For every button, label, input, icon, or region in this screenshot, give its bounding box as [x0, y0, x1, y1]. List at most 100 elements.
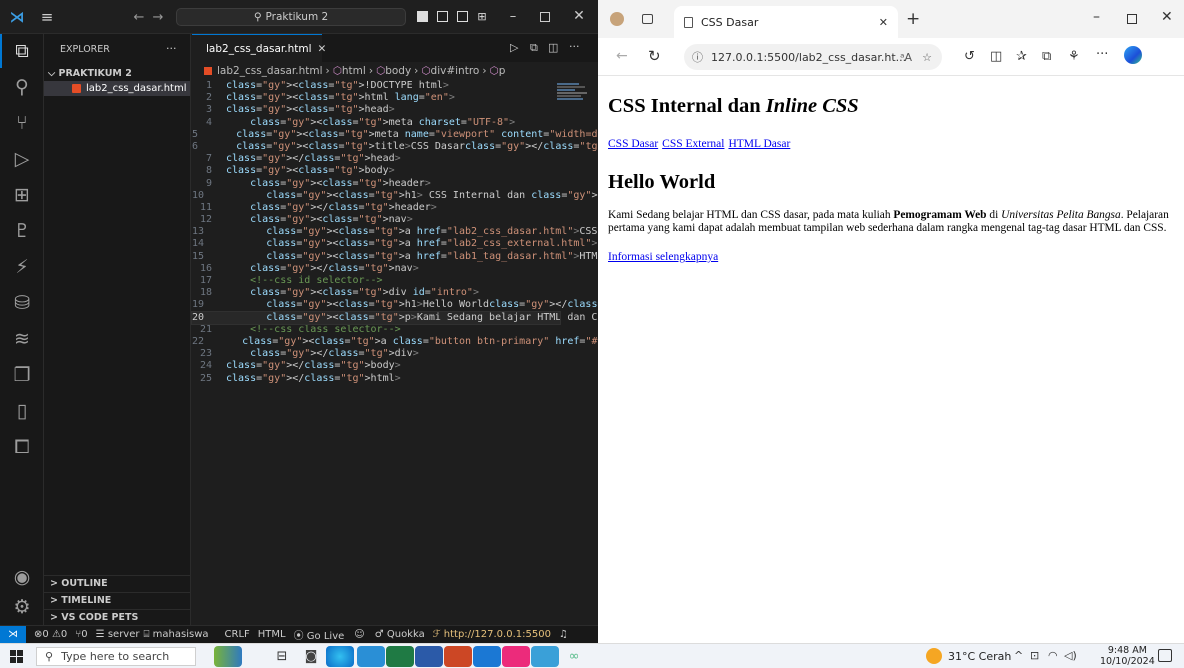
problems-indicator[interactable]: ⊗0 ⚠0 — [34, 629, 67, 640]
extension-icon[interactable]: ↺ — [964, 49, 975, 64]
code-line[interactable]: 5 class="gy"><class="tg">meta name="view… — [192, 129, 598, 141]
breadcrumb-html[interactable]: html — [342, 65, 366, 77]
breadcrumb-file[interactable]: lab2_css_dasar.html — [217, 65, 323, 77]
favorite-star-icon[interactable]: ☆ — [922, 51, 932, 64]
code-line[interactable]: 20 class="gy"><class="tg">p>Kami Sedang … — [191, 310, 598, 325]
wifi-icon[interactable]: ◠ — [1048, 649, 1058, 662]
code-line[interactable]: 11 class="gy"></class="tg">header> — [192, 202, 560, 214]
edge-app-icon[interactable] — [326, 646, 354, 667]
command-center-search[interactable]: ⚲ Praktikum 2 — [176, 8, 406, 26]
accounts-icon[interactable]: ◉ — [0, 560, 44, 594]
copilot-icon[interactable]: ☺ — [354, 629, 364, 640]
split-screen-icon[interactable]: ◫ — [990, 49, 1002, 64]
golive-button[interactable]: ⦿ Go Live — [294, 627, 345, 642]
comments-icon[interactable]: ⧠ — [0, 430, 44, 464]
code-line[interactable]: 10 class="gy"><class="tg">h1> CSS Intern… — [192, 190, 598, 202]
search-icon[interactable]: ⚲ — [0, 70, 44, 104]
close-icon[interactable]: ✕ — [572, 8, 586, 24]
code-line[interactable]: 19 class="gy"><class="tg">h1>Hello World… — [192, 299, 598, 311]
bookmark-icon[interactable]: ▯ — [0, 394, 44, 428]
vscode-app-icon[interactable] — [473, 646, 501, 667]
task-view-icon[interactable]: ⊟ — [268, 646, 296, 667]
copilot-icon[interactable] — [1124, 46, 1142, 64]
editor-tab[interactable]: lab2_css_dasar.html ✕ — [192, 34, 326, 62]
database-icon[interactable]: ⛁ — [0, 286, 44, 320]
code-line[interactable]: 14 class="gy"><class="tg">a href="lab2_c… — [192, 238, 598, 250]
customize-layout-icon[interactable]: ⊞ — [475, 9, 489, 23]
run-icon[interactable]: ▷ — [510, 41, 518, 54]
weather-icon[interactable] — [926, 648, 942, 664]
nav-link-html-dasar[interactable]: HTML Dasar — [728, 138, 790, 150]
new-tab-icon[interactable]: + — [906, 9, 920, 29]
notification-icon[interactable] — [1158, 649, 1172, 662]
ports-indicator[interactable]: ⑂0 — [75, 629, 87, 640]
settings-gear-icon[interactable]: ⚙ — [0, 590, 44, 624]
code-line[interactable]: 25 class="gy"></class="tg">html> — [192, 373, 560, 385]
weather-text[interactable]: 31°C Cerah — [948, 650, 1011, 663]
bluetooth-app-icon[interactable] — [531, 646, 559, 667]
code-editor[interactable]: 1 class="gy"><class="tg">!DOCTYPE html> 2 c… — [191, 80, 598, 625]
code-line[interactable]: 7 class="gy"></class="tg">head> — [192, 153, 560, 165]
settings-more-icon[interactable]: ··· — [1096, 47, 1108, 62]
explorer-icon[interactable]: ⧉ — [0, 34, 44, 68]
remote-explorer-icon[interactable]: ♇ — [0, 214, 44, 248]
camera-app-icon[interactable]: ◙ — [297, 646, 325, 667]
layers-icon[interactable]: ≋ — [0, 322, 44, 356]
tab-close-icon[interactable]: ✕ — [318, 43, 327, 55]
editor-more-icon[interactable]: ··· — [569, 40, 580, 53]
word-icon[interactable] — [415, 646, 443, 667]
volume-icon[interactable]: ◁) — [1064, 649, 1077, 662]
folder-row[interactable]: ⌵ PRAKTIKUM 2 — [48, 68, 132, 79]
nav-link-css-dasar[interactable]: CSS Dasar — [608, 138, 658, 150]
profile-avatar[interactable] — [610, 12, 624, 26]
extensions-icon[interactable]: ⚘ — [1068, 49, 1080, 64]
code-line[interactable]: 12 class="gy"><class="tg">nav> — [192, 214, 560, 226]
timeline-section[interactable]: > TIMELINE — [44, 592, 190, 608]
menu-icon[interactable]: ≡ — [38, 8, 56, 26]
server-indicator[interactable]: ☰ server — [96, 629, 140, 640]
toggle-secondary-sidebar-icon[interactable] — [457, 11, 468, 22]
source-control-icon[interactable]: ⑂ — [0, 106, 44, 140]
code-line[interactable]: 8 class="gy"><class="tg">body> — [192, 165, 560, 177]
eol-indicator[interactable]: CRLF — [225, 629, 250, 640]
code-line[interactable]: 18 class="gy"><class="tg">div id="intro"… — [192, 287, 560, 299]
toggle-panel-icon[interactable] — [437, 11, 448, 22]
code-line[interactable]: 9 class="gy"><class="tg">header> — [192, 178, 560, 190]
back-arrow-icon[interactable]: ← — [132, 9, 146, 25]
code-line[interactable]: 6 class="gy"><class="tg">title>CSS Dasar… — [192, 141, 598, 153]
extensions-icon[interactable]: ⊞ — [0, 178, 44, 212]
collections-icon[interactable]: ⧉ — [1042, 49, 1051, 64]
tray-chevron-icon[interactable]: ^ — [1014, 649, 1023, 662]
more-info-link[interactable]: Informasi selengkapnya — [608, 251, 718, 263]
outline-section[interactable]: > OUTLINE — [44, 575, 190, 591]
file-explorer-icon[interactable] — [357, 646, 385, 667]
code-line[interactable]: 21 <!--css class selector--> — [192, 324, 560, 336]
quokka-button[interactable]: ♂ Quokka — [375, 629, 425, 640]
quokka-icon[interactable]: ⚡ — [0, 250, 44, 284]
tray-keyboard-icon[interactable]: ⊡ — [1030, 649, 1039, 662]
split-editor-icon[interactable]: ◫ — [548, 41, 558, 54]
mail-app-icon[interactable] — [502, 646, 530, 667]
code-line[interactable]: 22 class="gy"><class="tg">a class="butto… — [192, 336, 598, 348]
breadcrumb-body[interactable]: body — [385, 65, 411, 77]
pets-section[interactable]: > VS CODE PETS — [44, 609, 190, 625]
powerpoint-icon[interactable] — [444, 646, 472, 667]
minimize-icon[interactable]: – — [1093, 9, 1100, 25]
app-icon[interactable]: ∞ — [560, 646, 588, 667]
open-preview-icon[interactable]: ⧉ — [530, 41, 538, 55]
code-line[interactable]: 13 class="gy"><class="tg">a href="lab2_c… — [192, 226, 597, 238]
run-debug-icon[interactable]: ▷ — [0, 142, 44, 176]
back-icon[interactable]: ← — [616, 48, 628, 64]
read-aloud-icon[interactable]: ᵃA — [900, 51, 912, 64]
favorites-icon[interactable]: ✰ — [1016, 49, 1027, 64]
taskbar-search[interactable]: ⚲ Type here to search — [36, 647, 196, 666]
code-line[interactable]: 2 class="gy"><class="tg">html lang="en"> — [192, 92, 560, 104]
browser-tab[interactable]: CSS Dasar ✕ — [674, 6, 898, 38]
breadcrumb-div[interactable]: div#intro — [431, 65, 480, 77]
maximize-icon[interactable] — [1127, 14, 1137, 24]
address-bar[interactable]: ⓘ 127.0.0.1:5500/lab2_css_dasar.ht... ᵃA… — [684, 44, 942, 70]
start-icon[interactable] — [10, 650, 24, 663]
tab-actions-icon[interactable] — [642, 14, 653, 24]
code-line[interactable]: 3 class="gy"><class="tg">head> — [192, 104, 560, 116]
code-line[interactable]: 4 class="gy"><class="tg">meta charset="U… — [192, 117, 560, 129]
